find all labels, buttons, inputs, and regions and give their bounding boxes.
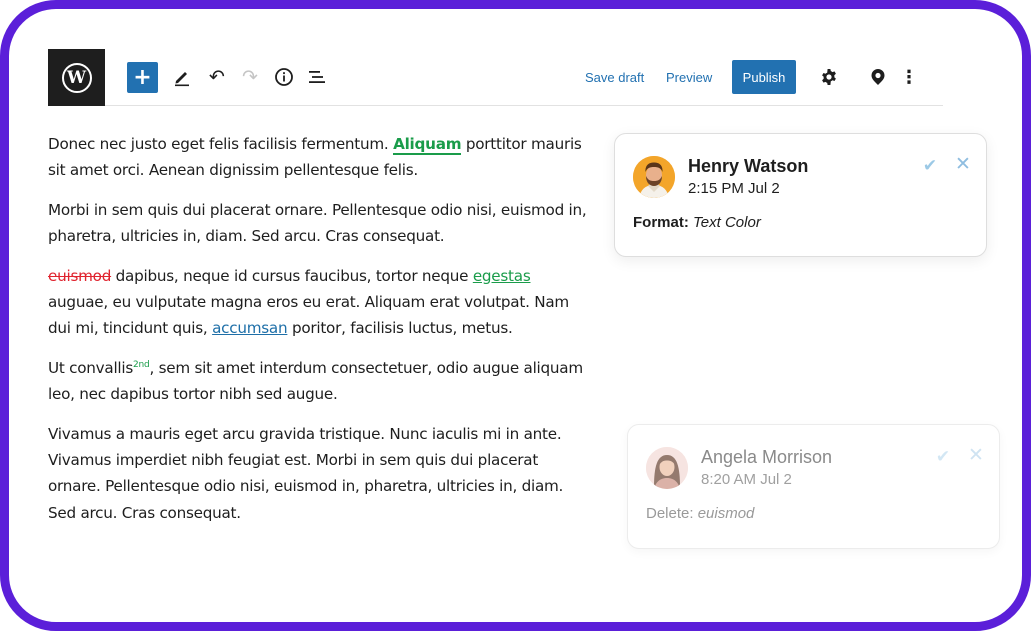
preview-button[interactable]: Preview [666, 65, 712, 89]
more-vertical-icon: ⋮ [900, 66, 918, 88]
accept-suggestion-button[interactable]: ✔ [933, 447, 953, 467]
details-button[interactable] [272, 64, 296, 90]
paragraph-text: Ut convallis [48, 358, 134, 377]
reject-suggestion-button[interactable]: ✕ [966, 444, 986, 466]
reject-suggestion-button[interactable]: ✕ [953, 153, 973, 175]
link-accumsan[interactable]: accumsan [212, 319, 288, 337]
wordpress-icon: W [61, 62, 92, 93]
paragraph-text: poritor, facilisis luctus, metus. [287, 319, 513, 338]
check-icon: ✔ [935, 447, 951, 467]
location-pin-icon [871, 69, 885, 85]
redo-button[interactable]: ↷ [238, 64, 262, 90]
plugin-button[interactable] [865, 64, 891, 90]
publish-button[interactable]: Publish [732, 60, 796, 94]
toolbar-divider [105, 105, 943, 106]
add-block-button[interactable]: + [127, 62, 158, 93]
paragraph-5[interactable]: Vivamus a mauris eget arcu gravida trist… [48, 421, 588, 527]
superscript-2nd[interactable]: 2nd [133, 360, 150, 370]
paragraph-text: dapibus, neque id cursus faucibus, torto… [111, 266, 473, 285]
deleted-word-euismod[interactable]: euismod [48, 267, 111, 285]
list-view-button[interactable] [305, 64, 329, 90]
app-frame: W + ↶ ↷ Save draft Preview Publish ⋮ Don… [0, 0, 1031, 631]
paragraph-2[interactable]: Morbi in sem quis dui placerat ornare. P… [48, 197, 588, 250]
comment-time: 2:15 PM Jul 2 [688, 180, 780, 197]
action-label: Delete: [646, 505, 694, 522]
action-value: euismod [697, 505, 755, 522]
paragraph-text: Donec nec justo eget felis facilisis fer… [48, 135, 394, 153]
action-label: Format: [633, 214, 689, 231]
comment-author: Henry Watson [688, 156, 809, 176]
comment-action: Delete: euismod [646, 505, 754, 522]
redo-icon: ↷ [242, 66, 258, 88]
save-draft-button[interactable]: Save draft [585, 65, 644, 89]
accept-suggestion-button[interactable]: ✔ [920, 156, 940, 176]
paragraph-4[interactable]: Ut convallis2nd, sem sit amet interdum c… [48, 355, 588, 408]
close-icon: ✕ [968, 444, 984, 466]
link-egestas[interactable]: egestas [473, 267, 531, 285]
undo-icon: ↶ [209, 66, 225, 88]
comment-card-angela[interactable]: Angela Morrison 8:20 AM Jul 2 Delete: eu… [627, 424, 1000, 549]
editor-content[interactable]: Donec nec justo eget felis facilisis fer… [48, 131, 588, 539]
avatar [633, 156, 675, 198]
wordpress-logo[interactable]: W [48, 49, 105, 106]
plus-icon: + [133, 64, 152, 90]
action-value: Text Color [693, 214, 761, 231]
pencil-icon [175, 72, 189, 87]
comment-action: Format: Text Color [633, 214, 761, 231]
undo-button[interactable]: ↶ [205, 64, 229, 90]
avatar-man-icon [633, 156, 675, 198]
edit-tool-button[interactable] [169, 64, 195, 90]
comment-author: Angela Morrison [701, 447, 833, 467]
paragraph-3[interactable]: euismod dapibus, neque id cursus faucibu… [48, 263, 588, 342]
more-options-button[interactable]: ⋮ [899, 64, 919, 90]
check-icon: ✔ [922, 156, 938, 176]
info-icon [275, 68, 293, 86]
comment-card-henry[interactable]: Henry Watson 2:15 PM Jul 2 Format: Text … [614, 133, 987, 257]
paragraph-1[interactable]: Donec nec justo eget felis facilisis fer… [48, 131, 588, 184]
settings-button[interactable] [816, 64, 842, 90]
comment-time: 8:20 AM Jul 2 [701, 471, 792, 488]
paragraph-text: Vivamus a mauris eget arcu gravida trist… [48, 424, 564, 522]
list-view-icon [309, 71, 325, 83]
gear-icon [822, 69, 836, 85]
close-icon: ✕ [955, 153, 971, 175]
paragraph-text: Morbi in sem quis dui placerat ornare. P… [48, 200, 587, 246]
avatar-woman-icon [646, 447, 688, 489]
formatted-word-aliquam[interactable]: Aliquam [393, 135, 462, 155]
avatar [646, 447, 688, 489]
